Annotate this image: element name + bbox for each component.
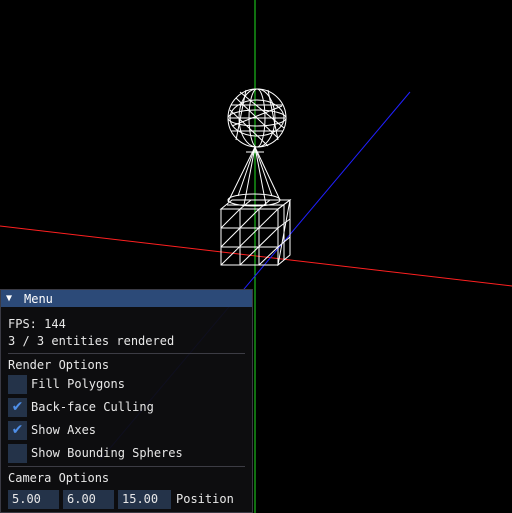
backface-culling-option[interactable]: Back-face Culling bbox=[8, 397, 245, 417]
wireframe-sphere bbox=[227, 88, 287, 148]
camera-options-header: Camera Options bbox=[8, 471, 110, 485]
show-axes-checkbox[interactable] bbox=[8, 420, 27, 440]
camera-position-y-input[interactable]: 6.00 bbox=[63, 489, 114, 509]
triangle-down-icon[interactable]: ▼ bbox=[6, 293, 20, 304]
render-options-header: Render Options bbox=[8, 358, 110, 372]
fill-polygons-checkbox[interactable] bbox=[8, 374, 27, 394]
entities-rendered-text: 3 / 3 entities rendered bbox=[8, 334, 175, 348]
fps-text: FPS: 144 bbox=[8, 317, 66, 331]
camera-position-row: 5.00 6.00 15.00 Position bbox=[8, 489, 245, 509]
menu-body: FPS: 144 3 / 3 entities rendered Render … bbox=[1, 307, 252, 509]
backface-culling-label: Back-face Culling bbox=[31, 400, 154, 414]
show-bounding-spheres-label: Show Bounding Spheres bbox=[31, 446, 183, 460]
camera-position-z-input[interactable]: 15.00 bbox=[118, 489, 171, 509]
wireframe-cone bbox=[227, 146, 281, 207]
x-axis-line bbox=[0, 225, 512, 287]
camera-position-label: Position bbox=[176, 492, 234, 506]
menu-title-bar[interactable]: ▼ Menu bbox=[1, 290, 252, 307]
show-axes-label: Show Axes bbox=[31, 423, 97, 437]
fill-polygons-label: Fill Polygons bbox=[31, 377, 125, 391]
menu-window[interactable]: ▼ Menu FPS: 144 3 / 3 entities rendered … bbox=[0, 289, 253, 513]
camera-position-x-input[interactable]: 5.00 bbox=[8, 489, 59, 509]
show-bounding-spheres-checkbox[interactable] bbox=[8, 443, 27, 463]
menu-title: Menu bbox=[24, 291, 53, 306]
fill-polygons-option[interactable]: Fill Polygons bbox=[8, 374, 245, 394]
show-bounding-spheres-option[interactable]: Show Bounding Spheres bbox=[8, 443, 245, 463]
separator bbox=[8, 353, 245, 354]
backface-culling-checkbox[interactable] bbox=[8, 397, 27, 417]
show-axes-option[interactable]: Show Axes bbox=[8, 420, 245, 440]
separator bbox=[8, 466, 245, 467]
